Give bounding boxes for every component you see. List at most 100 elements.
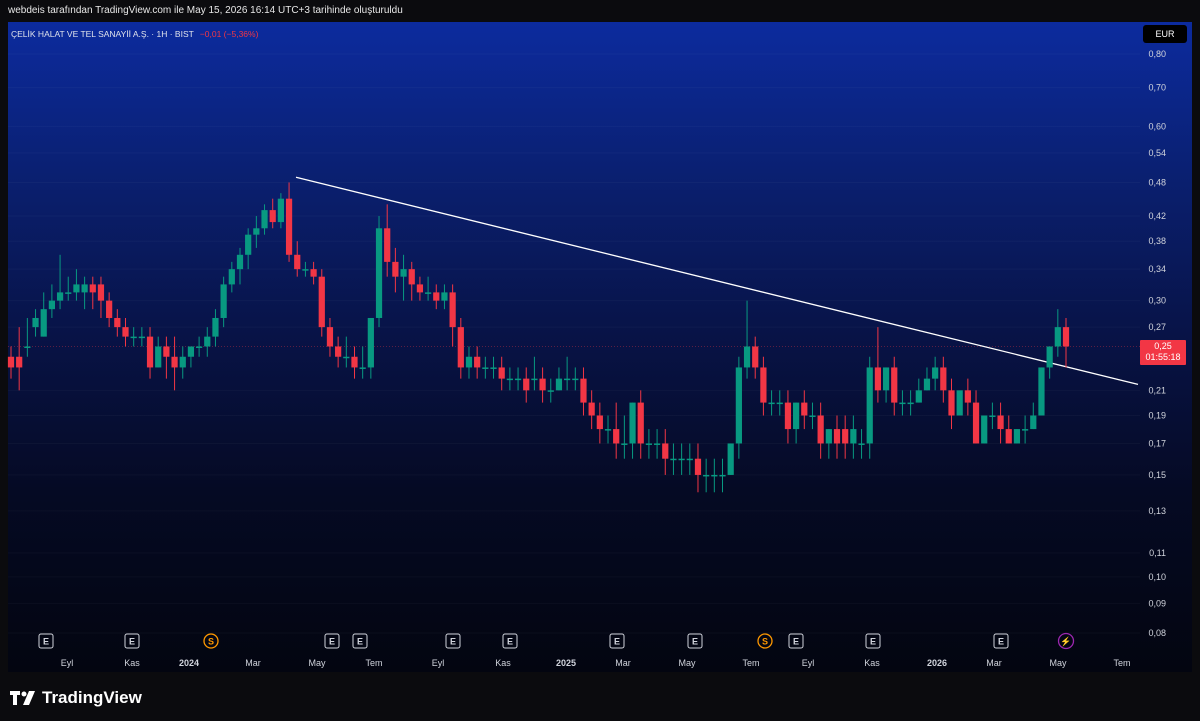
candle-body [433, 292, 440, 301]
trendline[interactable] [295, 176, 1139, 386]
candle-body [155, 346, 162, 368]
tradingview-logo[interactable]: TradingView [10, 688, 142, 708]
candle-body [269, 210, 276, 223]
candle-body [441, 292, 448, 301]
price-tick-label: 0,15 [1148, 470, 1166, 480]
earnings-event-icon[interactable]: E [502, 633, 518, 649]
earnings-event-icon[interactable]: E [352, 633, 368, 649]
candle-body [514, 378, 522, 381]
time-tick-label: May [1049, 658, 1067, 668]
candle-body [16, 356, 23, 368]
event-markers: E E S E E E E E E S E E E ⚡ [38, 632, 1075, 650]
symbol-legend[interactable]: ÇELİK HALAT VE TEL SANAYİİ A.Ş. · 1H · B… [11, 29, 258, 39]
price-tick-label: 0,80 [1148, 49, 1166, 59]
time-tick-label: 2025 [556, 658, 576, 668]
candle-body [163, 346, 170, 357]
split-event-icon[interactable]: S [203, 633, 219, 649]
candle-body [825, 429, 832, 444]
candle-body [24, 346, 31, 348]
candle-body [989, 415, 996, 417]
candle-body [32, 317, 39, 328]
candle-body [629, 402, 636, 444]
time-tick-label: Mar [615, 658, 631, 668]
flash-event-icon[interactable]: ⚡ [1057, 632, 1075, 650]
candle-group [7, 182, 1070, 493]
candle-body [743, 346, 751, 368]
candle-body [318, 276, 325, 328]
earnings-event-icon[interactable]: E [687, 633, 703, 649]
candle-body [768, 402, 775, 405]
earnings-event-icon[interactable]: E [324, 633, 340, 649]
candle-body [907, 402, 914, 405]
candle-body [572, 378, 579, 381]
candle-body [531, 378, 538, 381]
svg-text:E: E [329, 637, 335, 647]
candle-body [874, 367, 882, 391]
time-tick-label: Mar [986, 658, 1002, 668]
candle-body [580, 378, 587, 403]
price-tick-label: 0,54 [1148, 148, 1166, 158]
candle-body [703, 474, 710, 477]
earnings-event-icon[interactable]: E [788, 633, 804, 649]
candle-body [236, 254, 244, 270]
time-tick-label: Mar [245, 658, 261, 668]
price-change: −0,01 (−5,36%) [199, 29, 259, 39]
bar-countdown: 01:55:18 [1145, 352, 1181, 362]
earnings-event-icon[interactable]: E [445, 633, 461, 649]
svg-text:E: E [357, 637, 363, 647]
candle-body [392, 261, 399, 277]
time-tick-label: May [308, 658, 326, 668]
candle-body [195, 346, 203, 348]
candle-body [784, 402, 792, 430]
candle-body [948, 390, 955, 416]
price-tick-label: 0,27 [1148, 322, 1166, 332]
candle-body [326, 327, 334, 347]
price-chart[interactable]: 0,80 0,70 0,60 0,54 0,48 0,42 0,38 0,34 0,30 0,27… [0, 0, 1200, 721]
price-tick-label: 0,60 [1148, 121, 1166, 131]
price-tick-label: 0,70 [1148, 83, 1166, 93]
price-tick-label: 0,08 [1148, 628, 1166, 638]
price-tick-label: 0,19 [1148, 410, 1166, 420]
candle-body [686, 458, 693, 461]
candle-body [359, 367, 366, 369]
candle-body [604, 429, 612, 431]
candle-body [719, 474, 726, 477]
svg-text:E: E [450, 637, 456, 647]
candle-body [964, 390, 971, 403]
earnings-event-icon[interactable]: E [993, 633, 1009, 649]
candle-body [106, 300, 113, 318]
candle-body [760, 367, 767, 403]
price-tick-label: 0,48 [1148, 177, 1166, 187]
candle-body [73, 284, 80, 293]
price-tick-label: 0,11 [1149, 548, 1166, 558]
candle-body [653, 443, 661, 445]
candle-body [1062, 327, 1070, 347]
time-tick-label: Eyl [432, 658, 445, 668]
time-tick-label: Tem [742, 658, 759, 668]
candle-body [56, 292, 64, 301]
earnings-event-icon[interactable]: E [38, 633, 54, 649]
svg-text:E: E [43, 637, 49, 647]
candle-body [972, 402, 980, 444]
candle-body [997, 415, 1004, 430]
price-tick-label: 0,30 [1148, 296, 1166, 306]
candle-body [220, 284, 227, 318]
candle-body [7, 356, 15, 368]
currency-button[interactable]: EUR [1143, 25, 1187, 43]
candle-body [375, 228, 383, 318]
earnings-event-icon[interactable]: E [124, 633, 140, 649]
time-tick-label: Kas [864, 658, 880, 668]
candle-body [114, 317, 121, 328]
candle-body [228, 269, 235, 285]
candle-body [899, 402, 906, 405]
candle-body [645, 443, 653, 445]
candle-body [310, 269, 317, 277]
split-event-icon[interactable]: S [757, 633, 773, 649]
candle-body [735, 367, 742, 444]
svg-text:E: E [692, 637, 698, 647]
candle-body [858, 443, 865, 445]
candle-body [555, 378, 563, 391]
earnings-event-icon[interactable]: E [609, 633, 625, 649]
svg-text:S: S [762, 637, 768, 647]
earnings-event-icon[interactable]: E [865, 633, 881, 649]
